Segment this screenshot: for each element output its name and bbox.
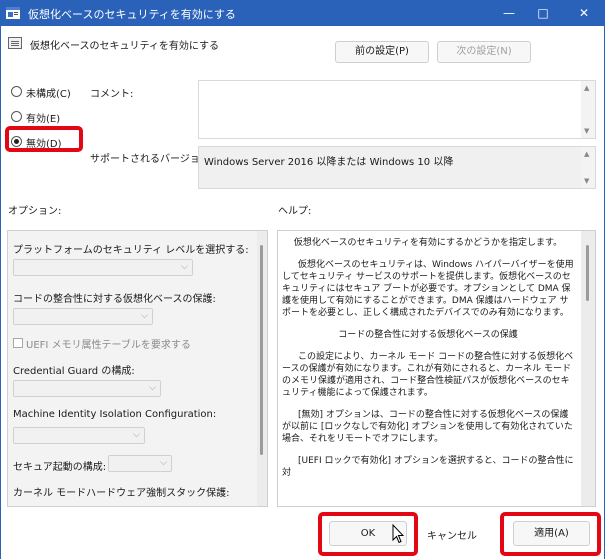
chevron-down-icon: ⌵	[181, 262, 188, 272]
policy-setting-icon	[8, 37, 22, 49]
window-title: 仮想化ベースのセキュリティを有効にする	[28, 8, 236, 21]
highlight-disabled-option	[5, 126, 83, 152]
uefi-checkbox-label: UEFI メモリ属性テーブルを要求する	[26, 340, 191, 351]
options-section-label: オプション:	[8, 206, 62, 217]
help-paragraph: 仮想化ベースのセキュリティは、Windows ハイパーバイザーを使用してセキュリ…	[282, 260, 574, 318]
scrollbar-thumb[interactable]	[260, 245, 263, 455]
chevron-down-icon: ⌵	[160, 458, 167, 468]
options-scrollbar[interactable]	[257, 231, 267, 506]
code-integrity-label: コードの整合性に対する仮想化ベースの保護:	[13, 294, 216, 305]
radio-circle	[11, 86, 22, 97]
help-paragraph: この設定により、カーネル モード コードの整合性に対する仮想化ベースの保護が有効…	[282, 352, 574, 398]
help-scrollbar[interactable]	[581, 231, 595, 506]
prev-setting-button[interactable]: 前の設定(P)	[335, 41, 429, 63]
radio-circle	[11, 111, 22, 122]
scrollbar-thumb[interactable]	[586, 245, 589, 301]
platform-security-dropdown[interactable]: ⌵	[13, 259, 193, 276]
radio-label: 未構成(C)	[26, 89, 71, 100]
credential-guard-dropdown[interactable]: ⌵	[13, 380, 161, 397]
platform-security-label: プラットフォームのセキュリティ レベルを選択する:	[13, 245, 249, 256]
help-section-label: ヘルプ:	[278, 206, 312, 217]
kernel-stack-label: カーネル モードハードウェア強制スタック保護:	[13, 488, 230, 499]
machine-identity-dropdown[interactable]: ⌵	[13, 427, 145, 444]
help-paragraph: 仮想化ベースのセキュリティを有効にするかどうかを指定します。	[293, 238, 563, 248]
highlight-apply-button	[500, 512, 601, 556]
close-button[interactable]: ✕	[563, 0, 605, 26]
cancel-button[interactable]: キャンセル	[427, 527, 477, 542]
chevron-down-icon: ⌵	[141, 311, 148, 321]
maximize-button[interactable]: □	[522, 0, 564, 26]
scroll-down-icon[interactable]: ▼	[584, 127, 589, 135]
secure-launch-dropdown[interactable]: ⌵	[108, 455, 172, 472]
options-panel: プラットフォームのセキュリティ レベルを選択する: ⌵ コードの整合性に対する仮…	[7, 230, 268, 507]
policy-app-icon	[6, 7, 20, 19]
scroll-up-icon[interactable]: ▲	[584, 84, 589, 92]
credential-guard-label: Credential Guard の構成:	[13, 366, 135, 377]
next-setting-button[interactable]: 次の設定(N)	[437, 41, 531, 63]
help-text: 仮想化ベースのセキュリティを有効にするかどうかを指定します。 仮想化ベースのセキ…	[282, 237, 574, 489]
secure-launch-label: セキュア起動の構成:	[13, 462, 107, 473]
comment-label: コメント:	[90, 89, 134, 100]
comment-scrollbar[interactable]: ▲ ▼	[581, 81, 595, 138]
scroll-up-icon[interactable]: ▲	[584, 150, 589, 158]
help-panel: 仮想化ベースのセキュリティを有効にするかどうかを指定します。 仮想化ベースのセキ…	[277, 230, 596, 507]
policy-name: 仮想化ベースのセキュリティを有効にする	[30, 41, 219, 52]
help-heading: コードの整合性に対する仮想化ベースの保護	[338, 330, 518, 340]
supported-label: サポートされるバージョン:	[90, 154, 214, 165]
help-paragraph: [無効] オプションは、コードの整合性に対する仮想化ベースの保護が以前に [ロッ…	[282, 410, 573, 444]
comment-textarea[interactable]: ▲ ▼	[198, 80, 596, 139]
chevron-down-icon: ⌵	[149, 383, 156, 393]
uefi-checkbox[interactable]	[13, 338, 23, 348]
title-bar: 仮想化ベースのセキュリティを有効にする — □ ✕	[0, 0, 605, 26]
machine-identity-label: Machine Identity Isolation Configuration…	[13, 409, 217, 420]
supported-textbox: Windows Server 2016 以降または Windows 10 以降 …	[198, 146, 596, 189]
supported-scrollbar[interactable]: ▲ ▼	[581, 147, 595, 188]
scroll-down-icon[interactable]: ▼	[584, 177, 589, 185]
supported-value: Windows Server 2016 以降または Windows 10 以降	[204, 157, 454, 168]
help-paragraph: [UEFI ロックで有効化] オプションを選択すると、コードの整合性に対	[282, 456, 574, 478]
mouse-cursor-icon	[392, 524, 404, 544]
radio-label: 有効(E)	[26, 114, 61, 125]
chevron-down-icon: ⌵	[133, 430, 140, 440]
code-integrity-dropdown[interactable]: ⌵	[13, 308, 153, 325]
